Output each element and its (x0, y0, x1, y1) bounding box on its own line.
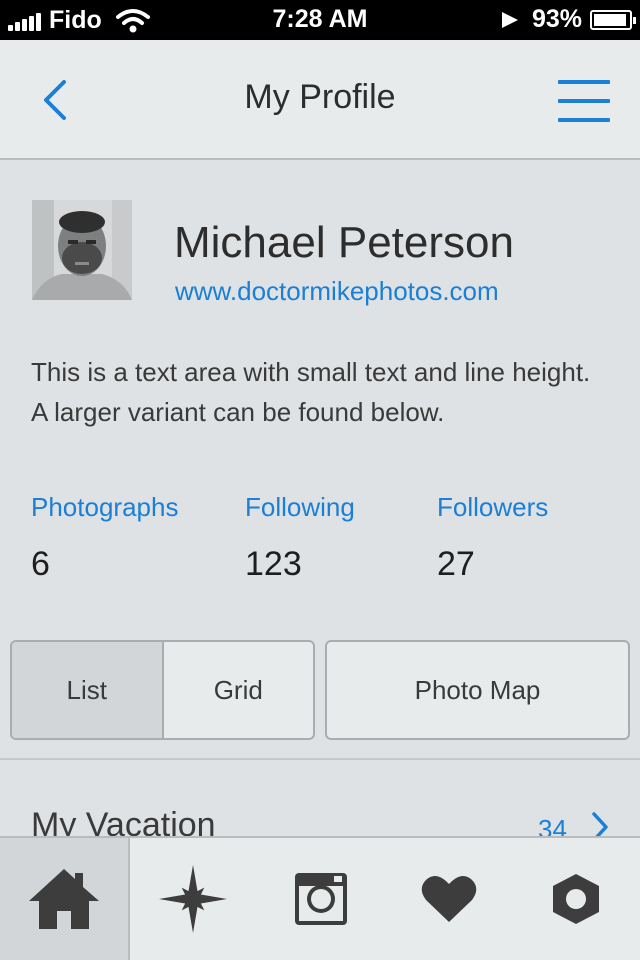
stat-label: Photographs (31, 492, 179, 522)
hamburger-menu-icon[interactable] (558, 78, 610, 124)
section-divider (0, 758, 640, 760)
stat-label: Followers (437, 492, 549, 522)
battery-icon (590, 9, 636, 30)
stat-label: Following (245, 492, 355, 522)
page-title: My Profile (244, 78, 396, 116)
view-grid-button[interactable]: Grid (164, 642, 314, 738)
battery-fill (594, 13, 626, 26)
profile-name: Michael Peterson (174, 218, 514, 267)
stat-following[interactable]: Following 123 (245, 492, 355, 584)
tab-bar (0, 836, 640, 960)
profile-bio: This is a text area with small text and … (31, 357, 591, 427)
stat-followers[interactable]: Followers 27 (437, 492, 548, 584)
tab-explore[interactable] (130, 838, 258, 960)
tab-settings[interactable] (512, 838, 640, 960)
view-toggle: List Grid (10, 640, 315, 740)
tab-home[interactable] (0, 838, 130, 960)
stat-photographs[interactable]: Photographs 6 (31, 492, 178, 584)
photo-map-button[interactable]: Photo Map (325, 640, 630, 740)
nav-bar: My Profile (0, 40, 640, 160)
status-right: 93% (500, 5, 636, 34)
stat-value: 123 (245, 545, 302, 583)
camera-icon (294, 873, 347, 925)
heart-icon (421, 875, 476, 922)
view-list-button[interactable]: List (12, 642, 164, 738)
location-arrow-icon (501, 11, 518, 28)
avatar-photo-icon (32, 200, 132, 300)
home-icon (28, 869, 99, 929)
status-bar: Fido 7:28 AM 93% (0, 0, 640, 40)
hexagon-icon (553, 874, 600, 924)
profile-url-link[interactable]: www.doctormikephotos.com (175, 276, 499, 307)
battery-percent: 93% (531, 5, 582, 33)
stat-value: 27 (437, 545, 475, 583)
compass-star-icon (159, 865, 228, 933)
tab-favorites[interactable] (385, 838, 513, 960)
avatar[interactable] (32, 200, 132, 300)
stat-value: 6 (31, 545, 50, 583)
tab-camera[interactable] (257, 838, 385, 960)
